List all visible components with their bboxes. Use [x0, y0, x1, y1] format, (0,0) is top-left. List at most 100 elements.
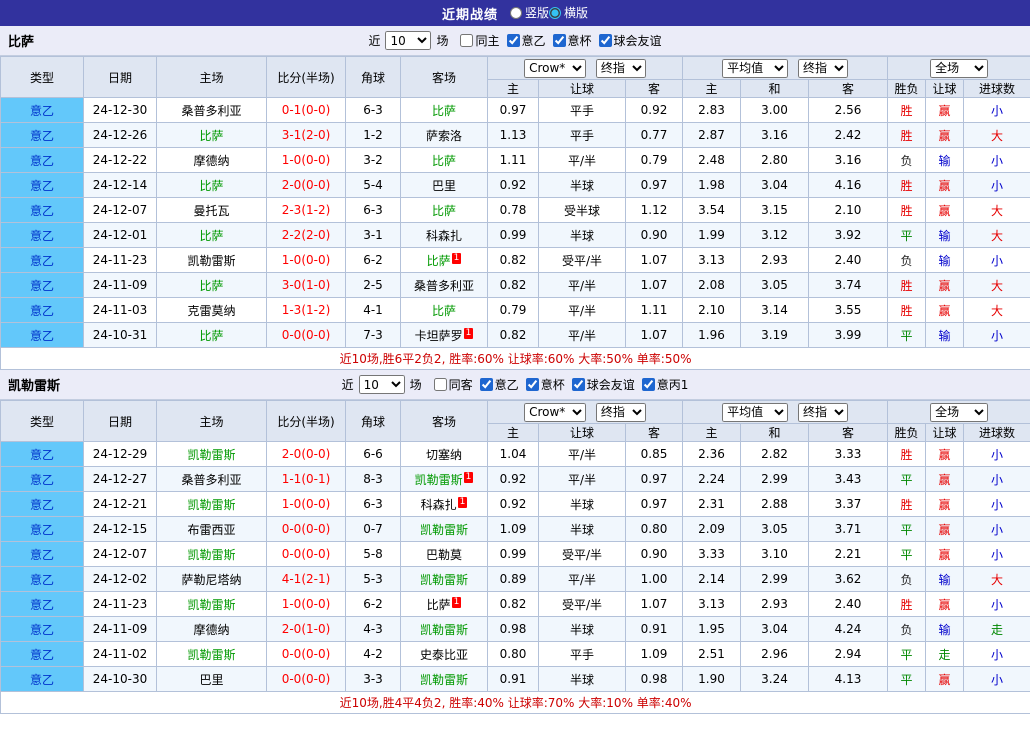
team-name[interactable]: 比萨 [432, 204, 456, 218]
team-name[interactable]: 凯勒雷斯 [187, 448, 235, 462]
match-count-select[interactable]: 10 [359, 375, 405, 394]
team-name[interactable]: 比萨 [427, 254, 451, 268]
team-name[interactable]: 巴里 [432, 179, 456, 193]
cell-league: 意乙 [1, 492, 84, 517]
cell-avg-away: 3.62 [809, 567, 888, 592]
filter-checkbox[interactable] [507, 34, 520, 47]
cell-home-team: 比萨 [157, 273, 267, 298]
cell-odds-home: 0.82 [488, 323, 539, 348]
fulltime-select[interactable]: 全场 [930, 403, 988, 422]
cell-odds-home: 0.82 [488, 592, 539, 617]
cell-goals-result: 小 [964, 248, 1030, 273]
cell-handicap-result: 赢 [926, 298, 964, 323]
filter-option[interactable]: 意杯 [526, 376, 565, 393]
average-select[interactable]: 平均值 [722, 59, 788, 78]
team-name[interactable]: 摩德纳 [193, 623, 229, 637]
final-index-select-2[interactable]: 终指 [798, 403, 848, 422]
filter-option[interactable]: 意杯 [553, 32, 592, 49]
team-name[interactable]: 切塞纳 [426, 448, 462, 462]
team-name[interactable]: 比萨 [199, 229, 223, 243]
cell-home-team: 凯勒雷斯 [157, 442, 267, 467]
filter-checkbox[interactable] [526, 378, 539, 391]
filter-checkbox[interactable] [460, 34, 473, 47]
team-name[interactable]: 比萨 [199, 279, 223, 293]
team-name[interactable]: 巴勒莫 [426, 548, 462, 562]
layout-radio[interactable] [549, 7, 561, 19]
filter-checkbox[interactable] [434, 378, 447, 391]
cell-odds-away: 1.00 [626, 567, 683, 592]
matches-label: 场 [436, 32, 448, 49]
filter-option[interactable]: 意乙 [507, 32, 546, 49]
team-name[interactable]: 凯勒雷斯 [187, 498, 235, 512]
cell-result: 胜 [888, 98, 926, 123]
cell-home-team: 比萨 [157, 223, 267, 248]
cell-avg-away: 2.42 [809, 123, 888, 148]
team-name[interactable]: 比萨 [199, 129, 223, 143]
layout-radio[interactable] [510, 7, 522, 19]
filter-option[interactable]: 球会友谊 [599, 32, 662, 49]
team-name[interactable]: 史泰比亚 [420, 648, 468, 662]
team-name[interactable]: 布雷西亚 [187, 523, 235, 537]
team-name[interactable]: 萨勒尼塔纳 [181, 573, 241, 587]
bookmaker-select[interactable]: Crow* [524, 59, 586, 78]
layout-option-vertical[interactable]: 竖版 [510, 4, 549, 21]
team-name[interactable]: 科森扎 [426, 229, 462, 243]
team-name[interactable]: 桑普多利亚 [181, 473, 241, 487]
team-name[interactable]: 凯勒雷斯 [420, 523, 468, 537]
cell-date: 24-11-23 [84, 592, 157, 617]
team-name[interactable]: 比萨 [427, 598, 451, 612]
match-row: 意乙24-12-07曼托瓦2-3(1-2)6-3比萨0.78受半球1.123.5… [1, 198, 1030, 223]
team-name[interactable]: 凯勒雷斯 [415, 473, 463, 487]
layout-option-horizontal[interactable]: 横版 [549, 4, 588, 21]
team-name[interactable]: 桑普多利亚 [181, 104, 241, 118]
team-name[interactable]: 比萨 [432, 304, 456, 318]
team-name[interactable]: 凯勒雷斯 [187, 598, 235, 612]
cell-avg-home: 2.10 [683, 298, 741, 323]
team-name[interactable]: 桑普多利亚 [414, 279, 474, 293]
team-name[interactable]: 比萨 [199, 329, 223, 343]
team-name[interactable]: 科森扎 [421, 498, 457, 512]
final-index-select[interactable]: 终指 [596, 59, 646, 78]
team-name[interactable]: 摩德纳 [193, 154, 229, 168]
match-row: 意乙24-12-15布雷西亚0-0(0-0)0-7凯勒雷斯1.09半球0.802… [1, 517, 1030, 542]
team-name[interactable]: 卡坦萨罗 [415, 329, 463, 343]
cell-avg-home: 2.51 [683, 642, 741, 667]
team-name[interactable]: 凯勒雷斯 [420, 673, 468, 687]
cell-corner: 4-2 [346, 642, 401, 667]
filter-checkbox[interactable] [553, 34, 566, 47]
team-name[interactable]: 凯勒雷斯 [420, 573, 468, 587]
match-count-select[interactable]: 10 [385, 31, 431, 50]
cell-handicap-result: 输 [926, 148, 964, 173]
team-name[interactable]: 比萨 [199, 179, 223, 193]
team-name[interactable]: 曼托瓦 [193, 204, 229, 218]
team-name[interactable]: 凯勒雷斯 [187, 254, 235, 268]
team-name[interactable]: 比萨 [432, 154, 456, 168]
final-index-select[interactable]: 终指 [596, 403, 646, 422]
match-row: 意乙24-12-07凯勒雷斯0-0(0-0)5-8巴勒莫0.99受平/半0.90… [1, 542, 1030, 567]
filter-option[interactable]: 意乙 [480, 376, 519, 393]
filter-checkbox[interactable] [480, 378, 493, 391]
filter-checkbox[interactable] [642, 378, 655, 391]
team-name[interactable]: 凯勒雷斯 [420, 623, 468, 637]
filter-option[interactable]: 同客 [434, 376, 473, 393]
red-card-badge: 1 [458, 497, 468, 508]
average-select[interactable]: 平均值 [722, 403, 788, 422]
filter-option[interactable]: 意丙1 [642, 376, 689, 393]
cell-away-team: 卡坦萨罗1 [401, 323, 488, 348]
team-name[interactable]: 克雷莫纳 [187, 304, 235, 318]
fulltime-select[interactable]: 全场 [930, 59, 988, 78]
final-index-select-2[interactable]: 终指 [798, 59, 848, 78]
filter-checkbox[interactable] [599, 34, 612, 47]
col-header-date: 日期 [84, 57, 157, 98]
filter-checkbox[interactable] [572, 378, 585, 391]
team-name[interactable]: 巴里 [199, 673, 223, 687]
cell-home-team: 摩德纳 [157, 148, 267, 173]
team-name[interactable]: 凯勒雷斯 [187, 548, 235, 562]
team-name[interactable]: 比萨 [432, 104, 456, 118]
team-name[interactable]: 萨索洛 [426, 129, 462, 143]
filter-option[interactable]: 球会友谊 [572, 376, 635, 393]
team-name[interactable]: 凯勒雷斯 [187, 648, 235, 662]
filter-option[interactable]: 同主 [460, 32, 499, 49]
cell-odds-home: 0.97 [488, 98, 539, 123]
bookmaker-select[interactable]: Crow* [524, 403, 586, 422]
